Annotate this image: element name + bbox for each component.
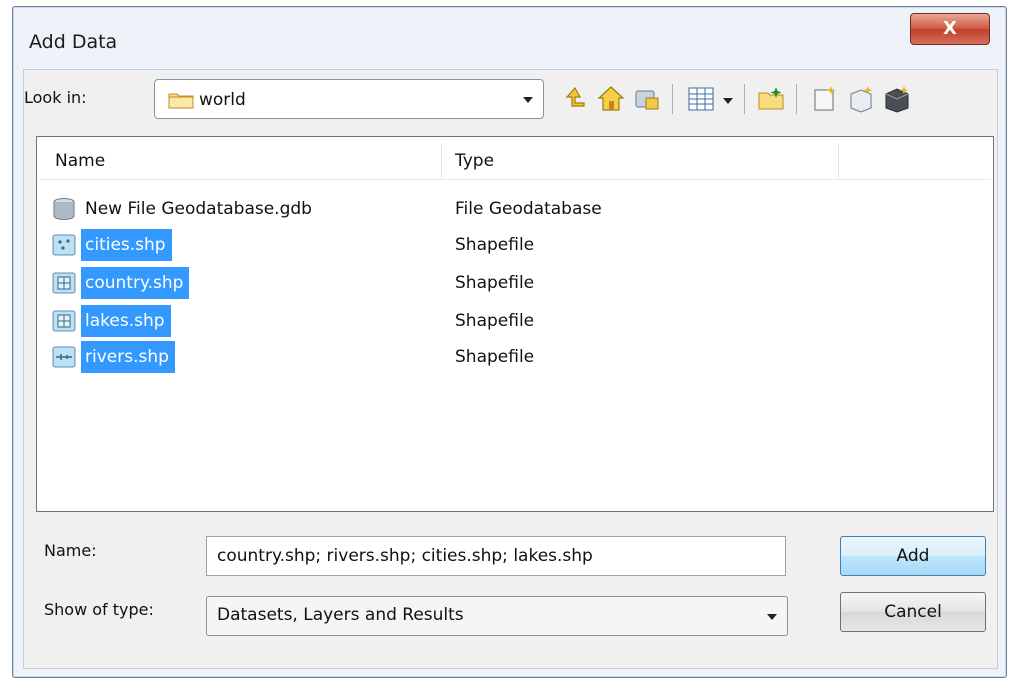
new-shapefile-icon[interactable] xyxy=(846,84,876,114)
folder-icon xyxy=(168,93,194,109)
file-type: Shapefile xyxy=(455,273,535,293)
new-database-icon[interactable] xyxy=(882,84,912,114)
geodatabase-icon xyxy=(53,198,75,220)
new-file-icon[interactable] xyxy=(810,84,840,114)
cancel-button[interactable]: Cancel xyxy=(840,592,986,632)
polygon-shapefile-icon xyxy=(52,272,76,294)
polygon-shapefile-icon xyxy=(52,310,76,332)
views-dropdown-icon[interactable] xyxy=(718,84,738,114)
toolbar-separator xyxy=(744,84,745,114)
look-in-value: world xyxy=(199,90,246,110)
file-list[interactable]: Name Type New File Geodatabase.gdb File … xyxy=(36,136,994,512)
file-type: Shapefile xyxy=(455,347,535,367)
column-header-name[interactable]: Name xyxy=(39,143,442,179)
new-folder-icon[interactable] xyxy=(756,84,786,114)
file-type: Shapefile xyxy=(455,311,535,331)
up-one-level-icon[interactable] xyxy=(560,84,590,114)
list-item[interactable]: New File Geodatabase.gdb File Geodatabas… xyxy=(37,191,993,227)
dialog-title: Add Data xyxy=(29,31,118,53)
chevron-down-icon[interactable] xyxy=(767,614,777,620)
views-icon[interactable] xyxy=(686,84,716,114)
line-shapefile-icon xyxy=(52,346,76,368)
add-button[interactable]: Add xyxy=(840,536,986,576)
list-item[interactable]: rivers.shp Shapefile xyxy=(37,339,993,375)
connect-icon[interactable] xyxy=(632,84,662,114)
look-in-dropdown[interactable]: world xyxy=(154,79,544,119)
close-button[interactable]: X xyxy=(910,13,990,45)
file-name: New File Geodatabase.gdb xyxy=(85,199,312,219)
list-item[interactable]: country.shp Shapefile xyxy=(37,265,993,301)
look-in-label: Look in: xyxy=(24,88,87,107)
toolbar-separator xyxy=(672,84,673,114)
show-of-type-label: Show of type: xyxy=(44,600,154,619)
name-label: Name: xyxy=(44,541,97,560)
home-icon[interactable] xyxy=(596,84,626,114)
list-item[interactable]: lakes.shp Shapefile xyxy=(37,303,993,339)
toolbar-separator xyxy=(796,84,797,114)
name-input[interactable]: country.shp; rivers.shp; cities.shp; lak… xyxy=(206,536,786,576)
show-of-type-dropdown[interactable]: Datasets, Layers and Results xyxy=(206,596,788,636)
header-divider xyxy=(39,179,991,180)
title-bar: Add Data X xyxy=(13,7,1006,71)
chevron-down-icon[interactable] xyxy=(523,97,533,103)
list-item[interactable]: cities.shp Shapefile xyxy=(37,227,993,263)
file-name: rivers.shp xyxy=(81,341,175,373)
show-of-type-value: Datasets, Layers and Results xyxy=(217,605,464,625)
point-shapefile-icon xyxy=(52,234,76,256)
file-type: Shapefile xyxy=(455,235,535,255)
file-type: File Geodatabase xyxy=(455,199,602,219)
file-name: cities.shp xyxy=(81,229,172,261)
column-header-type[interactable]: Type xyxy=(443,143,839,179)
file-name: country.shp xyxy=(81,267,190,299)
file-name: lakes.shp xyxy=(81,305,171,337)
